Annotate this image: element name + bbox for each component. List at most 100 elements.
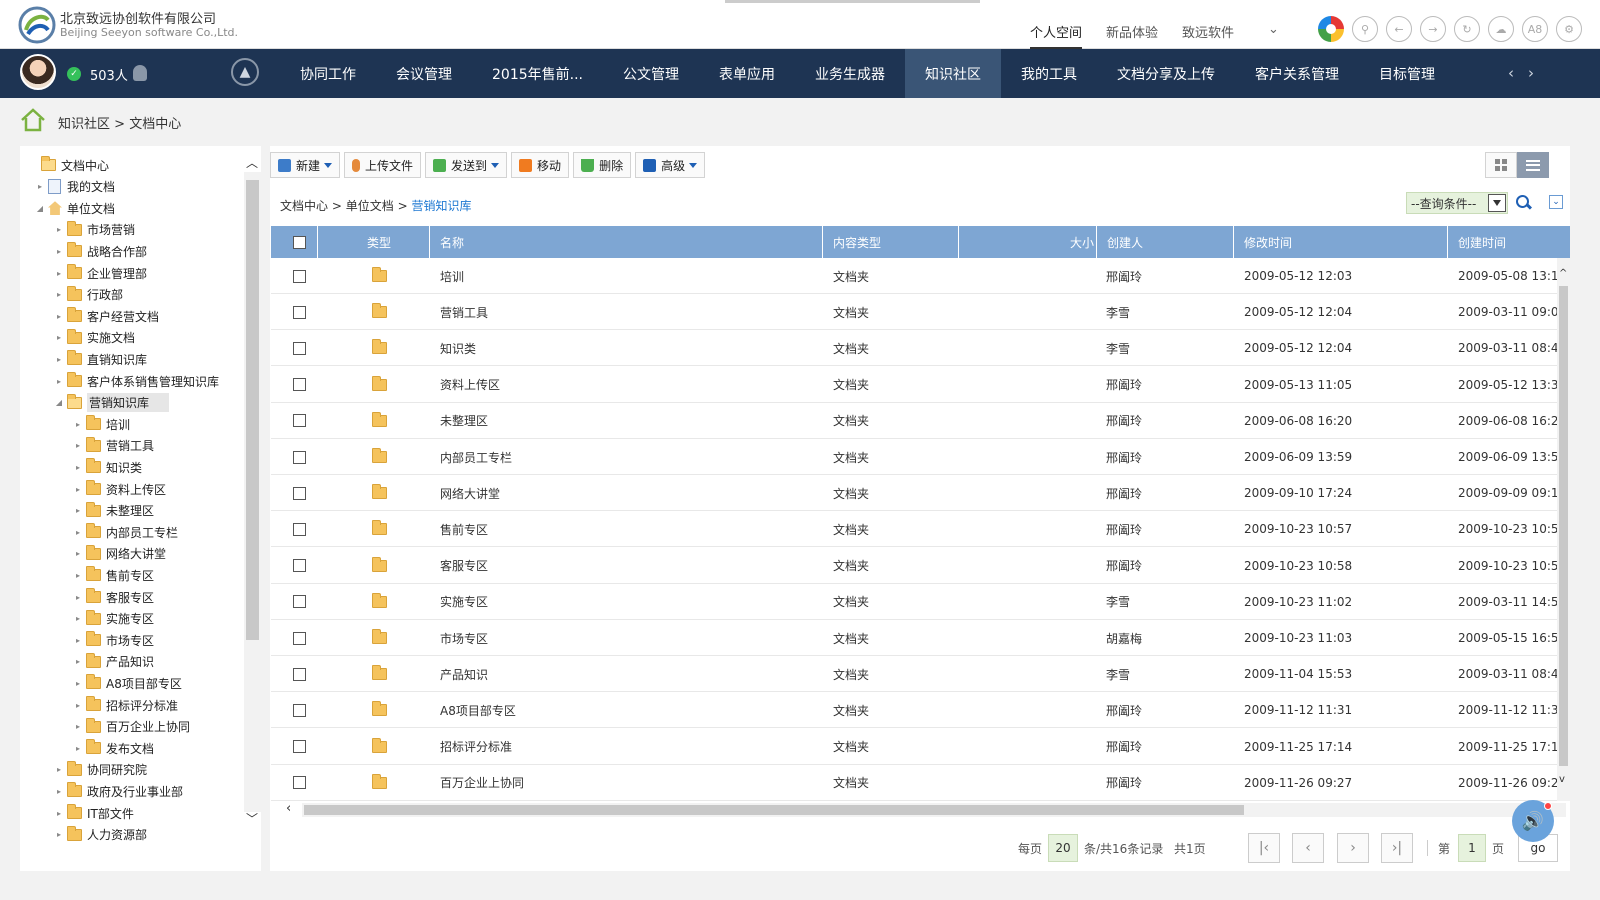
collapse-arrow-icon[interactable]: ◢: [54, 398, 64, 407]
chevron-down-icon[interactable]: ﹀: [246, 810, 258, 827]
row-checkbox[interactable]: [293, 305, 306, 319]
row-checkbox[interactable]: [293, 414, 306, 428]
nav-item-collaboration[interactable]: 协同工作: [280, 49, 376, 98]
top-link-personal-space[interactable]: 个人空间: [1030, 22, 1083, 49]
expand-arrow-icon[interactable]: ▸: [54, 787, 64, 796]
expand-arrow-icon[interactable]: ▸: [73, 485, 83, 494]
header-content-type[interactable]: 内容类型: [823, 226, 959, 258]
expand-arrow-icon[interactable]: ▸: [54, 225, 64, 234]
nav-item-crm[interactable]: 客户关系管理: [1235, 49, 1359, 98]
tree-node-child[interactable]: ▸ 资料上传区: [73, 479, 166, 499]
expand-arrow-icon[interactable]: ▸: [73, 463, 83, 472]
chevron-left-icon[interactable]: ‹: [286, 801, 291, 816]
search-icon[interactable]: ⚲: [1352, 16, 1378, 42]
header-size[interactable]: 大小: [959, 226, 1097, 258]
row-name[interactable]: 市场专区: [440, 620, 820, 656]
row-checkbox[interactable]: [293, 341, 306, 355]
scroll-thumb[interactable]: [1559, 286, 1568, 766]
expand-arrow-icon[interactable]: ▸: [73, 549, 83, 558]
table-row[interactable]: 百万企业上协同 文档夹 邢阖玲 2009-11-26 09:27 2009-11-26 …: [271, 765, 1570, 801]
tree-root[interactable]: 文档中心: [28, 155, 109, 175]
row-name[interactable]: 售前专区: [440, 511, 820, 547]
avatar[interactable]: [20, 54, 56, 90]
a8-icon[interactable]: A8: [1522, 16, 1548, 42]
table-row[interactable]: 招标评分标准 文档夹 邢阖玲 2009-11-25 17:14 2009-11-25 1…: [271, 729, 1570, 765]
nav-item-my-tools[interactable]: 我的工具: [1001, 49, 1097, 98]
query-select[interactable]: --查询条件--: [1406, 192, 1508, 214]
delete-button[interactable]: 删除: [573, 152, 632, 178]
row-name[interactable]: 营销工具: [440, 294, 820, 330]
table-row[interactable]: 市场专区 文档夹 胡嘉梅 2009-10-23 11:03 2009-05-15 16:…: [271, 620, 1570, 656]
header-created[interactable]: 创建时间: [1448, 226, 1570, 258]
tree-node[interactable]: ▸ 企业管理部: [54, 263, 147, 283]
row-name[interactable]: 网络大讲堂: [440, 475, 820, 511]
new-button[interactable]: 新建: [270, 152, 341, 178]
top-link-new-products[interactable]: 新品体验: [1106, 22, 1158, 49]
color-wheel-icon[interactable]: [1318, 16, 1344, 42]
table-row[interactable]: 营销工具 文档夹 李雪 2009-05-12 12:04 2009-03-11 09:0…: [271, 294, 1570, 331]
tree-node-child[interactable]: ▸ 发布文档: [73, 738, 154, 758]
breadcrumb-root[interactable]: 知识社区: [58, 117, 110, 132]
tree-node-child[interactable]: ▸ 产品知识: [73, 652, 154, 672]
expand-arrow-icon[interactable]: ▸: [73, 593, 83, 602]
nav-item-goals[interactable]: 目标管理: [1359, 49, 1455, 98]
expand-arrow-icon[interactable]: ▸: [54, 355, 64, 364]
expand-arrow-icon[interactable]: ▸: [73, 441, 83, 450]
row-checkbox[interactable]: [293, 776, 306, 790]
path-item-current[interactable]: 营销知识库: [411, 199, 471, 213]
row-checkbox[interactable]: [293, 559, 306, 573]
chevron-down-icon[interactable]: v: [1559, 774, 1565, 785]
expand-arrow-icon[interactable]: ▸: [73, 701, 83, 710]
settings-icon[interactable]: ⚙: [1556, 16, 1582, 42]
next-page-button[interactable]: ›: [1337, 833, 1369, 863]
row-checkbox[interactable]: [293, 631, 306, 645]
nav-item-official-docs[interactable]: 公文管理: [603, 49, 699, 98]
table-row[interactable]: 内部员工专栏 文档夹 邢阖玲 2009-06-09 13:59 2009-06-09 1…: [271, 439, 1570, 475]
row-checkbox[interactable]: [293, 450, 306, 464]
tree-node-child[interactable]: ▸ 实施专区: [73, 609, 154, 629]
top-link-seeyon[interactable]: 致远软件: [1182, 22, 1234, 49]
row-name[interactable]: 内部员工专栏: [440, 439, 820, 475]
table-row[interactable]: 售前专区 文档夹 邢阖玲 2009-10-23 10:57 2009-10-23 10:…: [271, 511, 1570, 548]
page-number-input[interactable]: 1: [1458, 834, 1486, 862]
path-item-doc-center[interactable]: 文档中心: [280, 199, 328, 213]
forward-icon[interactable]: →: [1420, 16, 1446, 42]
upload-button[interactable]: 上传文件: [344, 152, 422, 178]
row-checkbox[interactable]: [293, 522, 306, 536]
refresh-icon[interactable]: ↻: [1454, 16, 1480, 42]
row-name[interactable]: 培训: [440, 258, 820, 294]
table-row[interactable]: 客服专区 文档夹 邢阖玲 2009-10-23 10:58 2009-10-23 10:…: [271, 548, 1570, 584]
prev-page-button[interactable]: ‹: [1292, 833, 1324, 863]
table-row[interactable]: 培训 文档夹 邢阖玲 2009-05-12 12:03 2009-05-08 13:13: [271, 258, 1570, 294]
row-checkbox[interactable]: [293, 740, 306, 754]
expand-arrow-icon[interactable]: ▸: [54, 290, 64, 299]
header-type[interactable]: 类型: [318, 226, 430, 258]
tree-node-child[interactable]: ▸ 网络大讲堂: [73, 544, 166, 564]
nav-item-presales-2015[interactable]: 2015年售前...: [472, 49, 603, 98]
header-name[interactable]: 名称: [430, 226, 823, 258]
tree-node[interactable]: ▸ 客户体系销售管理知识库: [54, 371, 219, 391]
scroll-thumb[interactable]: [246, 180, 259, 640]
nav-item-business-builder[interactable]: 业务生成器: [795, 49, 905, 98]
expand-arrow-icon[interactable]: ▸: [54, 830, 64, 839]
grid-view-button[interactable]: [1485, 152, 1517, 178]
cloud-icon[interactable]: ☁: [1488, 16, 1514, 42]
tree-node[interactable]: ▸ 人力资源部: [54, 825, 147, 845]
chevron-right-icon[interactable]: ›: [1528, 64, 1534, 82]
expand-arrow-icon[interactable]: ▸: [54, 765, 64, 774]
table-row[interactable]: 网络大讲堂 文档夹 邢阖玲 2009-09-10 17:24 2009-09-09 09…: [271, 475, 1570, 512]
row-name[interactable]: 招标评分标准: [440, 729, 820, 765]
tree-node[interactable]: ▸ 实施文档: [54, 328, 135, 348]
tree-node-child[interactable]: ▸ 百万企业上协同: [73, 717, 190, 737]
row-name[interactable]: 产品知识: [440, 656, 820, 692]
chevron-down-icon[interactable]: ⌄: [1268, 22, 1279, 37]
row-name[interactable]: 客服专区: [440, 548, 820, 584]
table-row[interactable]: 知识类 文档夹 李雪 2009-05-12 12:04 2009-03-11 08:46: [271, 330, 1570, 367]
table-row[interactable]: A8项目部专区 文档夹 邢阖玲 2009-11-12 11:31 2009-11-12 …: [271, 692, 1570, 729]
expand-arrow-icon[interactable]: ▸: [73, 528, 83, 537]
expand-arrow-icon[interactable]: ▸: [73, 679, 83, 688]
row-checkbox[interactable]: [293, 486, 306, 500]
tree-node[interactable]: ▸ 协同研究院: [54, 760, 147, 780]
list-view-button[interactable]: [1517, 152, 1549, 178]
expand-arrow-icon[interactable]: ▸: [73, 657, 83, 666]
